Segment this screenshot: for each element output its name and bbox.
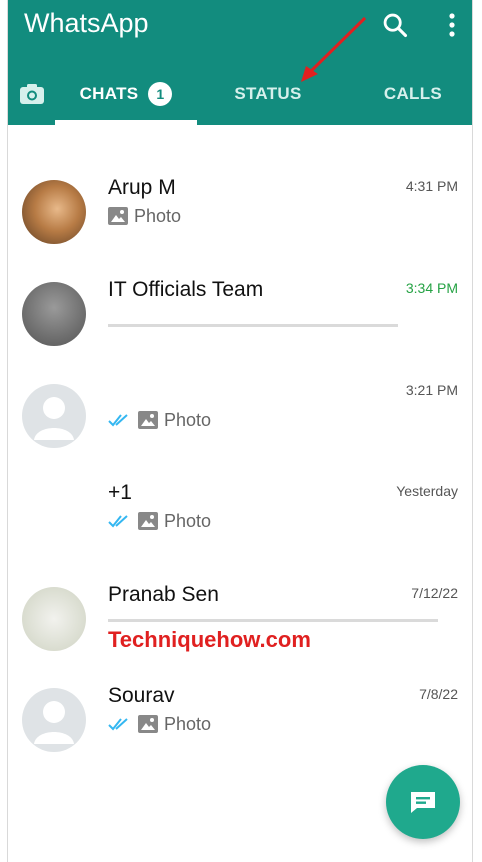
double-check-icon <box>108 414 128 427</box>
avatar <box>22 485 86 549</box>
avatar <box>22 587 86 651</box>
chat-preview-text: Photo <box>134 205 182 226</box>
chat-preview-text: Photo <box>164 713 212 734</box>
chat-row[interactable]: Arup M 4:31 PM Photo <box>8 176 472 276</box>
chat-time: Yesterday <box>396 483 458 499</box>
chat-name: IT Officials Team <box>108 278 264 301</box>
chat-row[interactable]: 3:21 PM Photo <box>8 380 472 480</box>
double-check-icon <box>108 718 128 731</box>
chat-time: 3:34 PM <box>405 280 458 296</box>
avatar <box>22 282 86 346</box>
chat-preview: Photo <box>108 204 181 228</box>
avatar <box>22 688 86 752</box>
default-avatar-icon <box>34 701 74 744</box>
image-icon <box>138 512 158 530</box>
chat-preview-text: Photo <box>164 510 212 531</box>
chat-preview: Photo <box>108 712 211 736</box>
watermark-text: Techniquehow.com <box>108 627 311 652</box>
chat-time: 7/8/22 <box>419 686 458 702</box>
image-icon <box>138 411 158 429</box>
chat-preview: Photo <box>108 509 211 533</box>
chat-name: +1 <box>108 481 132 504</box>
chat-preview: Photo <box>108 408 211 432</box>
chat-preview-text: Photo <box>164 409 212 430</box>
chat-name: Pranab Sen <box>108 583 219 606</box>
blurred-preview <box>108 324 398 327</box>
double-check-icon <box>108 515 128 528</box>
avatar <box>22 180 86 244</box>
chat-name: Arup M <box>108 176 176 199</box>
blurred-preview <box>108 619 438 622</box>
app-frame: WhatsApp CHATS 1 STATUS CALLS Arup M 4:3… <box>7 0 473 862</box>
new-chat-button[interactable] <box>386 765 460 839</box>
chat-row[interactable]: +1 Yesterday Photo <box>8 481 472 581</box>
chat-row[interactable]: Sourav 7/8/22 Photo <box>8 684 472 784</box>
chat-row[interactable]: IT Officials Team 3:34 PM <box>8 278 472 378</box>
chat-time: 4:31 PM <box>405 178 458 194</box>
default-avatar-icon <box>34 397 74 440</box>
chat-name: Sourav <box>108 684 175 707</box>
avatar <box>22 384 86 448</box>
image-icon <box>108 207 128 225</box>
image-icon <box>138 715 158 733</box>
red-arrow-annotation <box>301 16 367 82</box>
chat-time: 3:21 PM <box>405 382 458 398</box>
chat-time: 7/12/22 <box>411 585 458 601</box>
new-chat-icon <box>411 792 435 813</box>
